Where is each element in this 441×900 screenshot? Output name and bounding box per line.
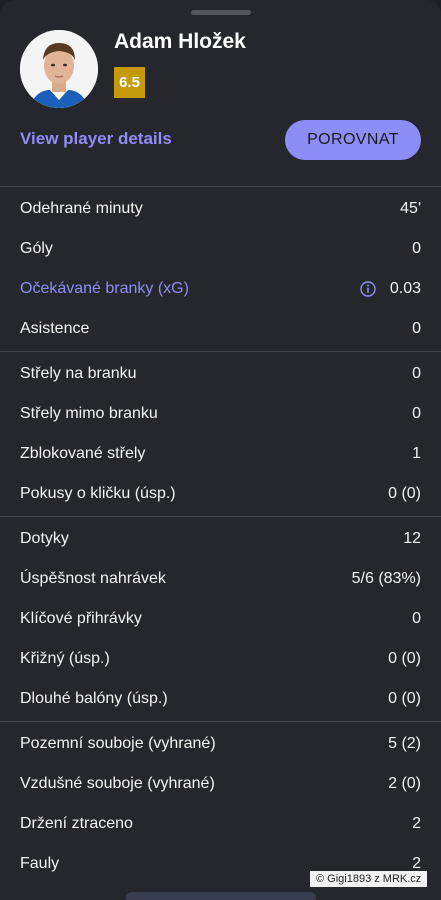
compare-button[interactable]: POROVNAT: [285, 120, 421, 160]
player-photo-icon: [20, 30, 98, 108]
stat-row: Střely na branku 0: [0, 354, 441, 394]
stat-value: 0 (0): [388, 650, 421, 667]
stat-row: Zblokované střely 1: [0, 434, 441, 474]
stat-label: Střely na branku: [20, 365, 137, 382]
stat-group: Střely na branku 0 Střely mimo branku 0 Zblo…: [0, 352, 441, 516]
player-rating-badge: 6.5: [114, 67, 145, 98]
stat-value: 2 (0): [388, 775, 421, 792]
stat-group: Pozemní souboje (vyhrané) 5 (2) Vzdušné so…: [0, 722, 441, 886]
stat-value: 0 (0): [388, 485, 421, 502]
stat-value: 0: [412, 405, 421, 422]
stat-value: 0: [412, 320, 421, 337]
stat-value: 0: [412, 365, 421, 382]
stats-list: Odehrané minuty 45' Góly 0 Očekávané branky …: [0, 186, 441, 886]
stat-row: Dotyky 12: [0, 519, 441, 559]
stat-row: Pozemní souboje (vyhrané) 5 (2): [0, 724, 441, 764]
stat-row: Góly 0: [0, 229, 441, 269]
stat-label: Úspěšnost nahrávek: [20, 570, 166, 587]
stat-value: 5/6 (83%): [351, 570, 421, 587]
stat-label: Odehrané minuty: [20, 200, 143, 217]
stat-label: Klíčové přihrávky: [20, 610, 142, 627]
stat-label: Dlouhé balóny (úsp.): [20, 690, 168, 707]
stat-row: Křižný (úsp.) 0 (0): [0, 639, 441, 679]
stat-label: Držení ztraceno: [20, 815, 133, 832]
stat-label: Křižný (úsp.): [20, 650, 110, 667]
stat-value: 0.03: [389, 280, 421, 297]
stat-row: Vzdušné souboje (vyhrané) 2 (0): [0, 764, 441, 804]
stat-row: Držení ztraceno 2: [0, 804, 441, 844]
info-icon[interactable]: [360, 281, 376, 297]
player-name: Adam Hložek: [114, 30, 246, 53]
player-stats-sheet: Adam Hložek 6.5 View player details PORO…: [0, 0, 441, 900]
stat-group: Odehrané minuty 45' Góly 0 Očekávané branky …: [0, 187, 441, 351]
stat-label: Dotyky: [20, 530, 69, 547]
stat-value: 5 (2): [388, 735, 421, 752]
watermark: © Gigi1893 z MRK.cz: [310, 871, 428, 887]
stat-value: 45': [400, 200, 421, 217]
player-avatar: [20, 30, 98, 108]
stat-row: Dlouhé balóny (úsp.) 0 (0): [0, 679, 441, 719]
stat-value: 2: [412, 815, 421, 832]
stat-label: Pozemní souboje (vyhrané): [20, 735, 216, 752]
stat-group: Dotyky 12 Úspěšnost nahrávek 5/6 (83%) Klíčo…: [0, 517, 441, 721]
stat-label[interactable]: Očekávané branky (xG): [20, 280, 360, 298]
stat-value: 0: [412, 240, 421, 257]
stat-label: Pokusy o kličku (úsp.): [20, 485, 176, 502]
stat-label: Góly: [20, 240, 53, 257]
stat-value: 0 (0): [388, 690, 421, 707]
stat-label: Zblokované střely: [20, 445, 146, 462]
player-header: Adam Hložek 6.5 View player details PORO…: [0, 0, 441, 180]
stat-row: Úspěšnost nahrávek 5/6 (83%): [0, 559, 441, 599]
stat-value: 12: [403, 530, 421, 547]
stat-row: Klíčové přihrávky 0: [0, 599, 441, 639]
stat-row: Pokusy o kličku (úsp.) 0 (0): [0, 474, 441, 514]
view-player-details-link[interactable]: View player details: [20, 129, 172, 149]
stat-row: Střely mimo branku 0: [0, 394, 441, 434]
stat-value: 1: [412, 445, 421, 462]
stat-row[interactable]: Očekávané branky (xG) 0.03: [0, 269, 441, 309]
stat-label: Vzdušné souboje (vyhrané): [20, 775, 215, 792]
stat-row: Odehrané minuty 45': [0, 189, 441, 229]
stat-row: Asistence 0: [0, 309, 441, 349]
stat-label: Asistence: [20, 320, 90, 337]
stat-label: Střely mimo branku: [20, 405, 158, 422]
bottom-bar: [126, 892, 316, 900]
stat-value: 0: [412, 610, 421, 627]
